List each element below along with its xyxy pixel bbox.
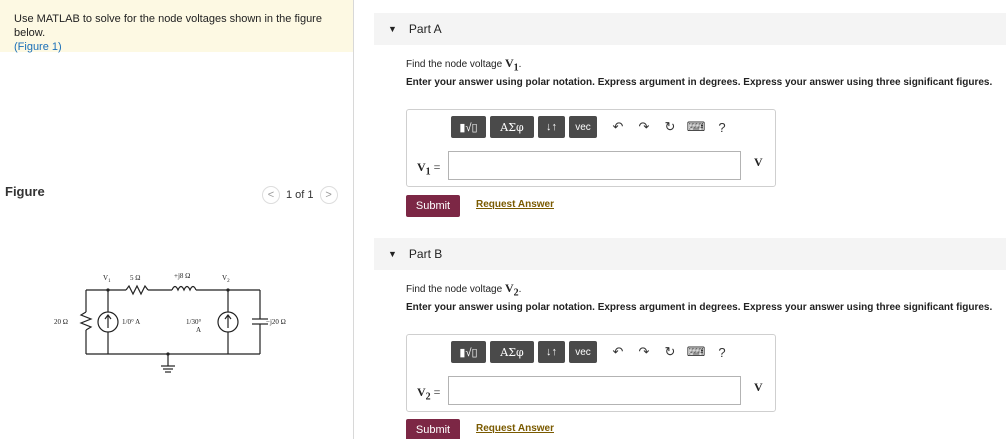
help-icon[interactable]: ? bbox=[711, 116, 733, 138]
node-v2-label: V2 bbox=[222, 274, 230, 284]
figure-link[interactable]: (Figure 1) bbox=[14, 41, 62, 53]
part-a-var: V1 bbox=[504, 56, 519, 74]
part-b-request-answer-link[interactable]: Request Answer bbox=[476, 423, 554, 434]
collapse-chevron-icon: ▼ bbox=[388, 249, 397, 259]
greek-symbols-button[interactable]: ΑΣφ bbox=[490, 341, 534, 363]
part-a-title: Part A bbox=[408, 22, 442, 36]
part-a-question: Find the node voltage V1. bbox=[406, 56, 522, 74]
part-a-request-answer-link[interactable]: Request Answer bbox=[476, 199, 554, 210]
capacitor-label: −j20 Ω bbox=[266, 318, 286, 326]
redo-icon[interactable]: ↷ bbox=[633, 341, 655, 363]
part-a-unit: V bbox=[754, 155, 763, 169]
resistor-20-label: 20 Ω bbox=[54, 318, 68, 326]
templates-button[interactable]: ▮√▯ bbox=[451, 341, 486, 363]
resistor-5-label: 5 Ω bbox=[130, 274, 140, 282]
circuit-diagram: V1 V2 5 Ω +j8 Ω 20 Ω 1/0° A 1/30° A −j20… bbox=[54, 272, 286, 373]
figure-page-count: 1 of 1 bbox=[286, 189, 314, 201]
part-b-var: V2 bbox=[504, 281, 519, 299]
intro-text: Use MATLAB to solve for the node voltage… bbox=[14, 13, 322, 39]
part-b-unit: V bbox=[754, 380, 763, 394]
keyboard-icon[interactable]: ⌨ bbox=[685, 116, 707, 138]
part-a-submit-button[interactable]: Submit bbox=[406, 195, 460, 217]
part-b-answer-input[interactable] bbox=[448, 376, 741, 405]
resistor-20-symbol bbox=[79, 311, 93, 331]
part-a-answer-input[interactable] bbox=[448, 151, 741, 180]
problem-intro: Use MATLAB to solve for the node voltage… bbox=[0, 0, 353, 53]
source-2-label: 1/30° bbox=[186, 318, 201, 326]
part-a-input-label: V1 = bbox=[417, 160, 441, 178]
resistor-5-symbol bbox=[125, 284, 149, 296]
source-2-unit: A bbox=[196, 326, 201, 334]
part-b-input-label: V2 = bbox=[417, 385, 441, 403]
greek-symbols-button[interactable]: ΑΣφ bbox=[490, 116, 534, 138]
keyboard-icon[interactable]: ⌨ bbox=[685, 341, 707, 363]
part-b-title: Part B bbox=[408, 247, 443, 261]
redo-icon[interactable]: ↷ bbox=[633, 116, 655, 138]
part-b-submit-button[interactable]: Submit bbox=[406, 419, 460, 439]
vector-button[interactable]: vec bbox=[569, 341, 597, 363]
part-a-header[interactable]: ▼ Part A bbox=[374, 13, 1006, 45]
node-v1-label: V1 bbox=[103, 274, 111, 284]
part-a-instructions: Enter your answer using polar notation. … bbox=[406, 77, 993, 88]
part-b-header[interactable]: ▼ Part B bbox=[374, 238, 1006, 270]
reset-icon[interactable]: ↻ bbox=[659, 341, 681, 363]
help-icon[interactable]: ? bbox=[711, 341, 733, 363]
collapse-chevron-icon: ▼ bbox=[388, 24, 397, 34]
undo-icon[interactable]: ↶ bbox=[607, 341, 629, 363]
inductor-label: +j8 Ω bbox=[174, 272, 190, 280]
templates-button[interactable]: ▮√▯ bbox=[451, 116, 486, 138]
subscript-button[interactable]: ↓↑ bbox=[538, 116, 565, 138]
part-b-question: Find the node voltage V2. bbox=[406, 281, 522, 299]
part-b-instructions: Enter your answer using polar notation. … bbox=[406, 302, 993, 313]
figure-pane: Use MATLAB to solve for the node voltage… bbox=[0, 0, 354, 439]
vector-button[interactable]: vec bbox=[569, 116, 597, 138]
source-1-label: 1/0° A bbox=[122, 318, 140, 326]
undo-icon[interactable]: ↶ bbox=[607, 116, 629, 138]
figure-pager: < 1 of 1 > bbox=[262, 186, 338, 204]
subscript-button[interactable]: ↓↑ bbox=[538, 341, 565, 363]
inductor-symbol bbox=[171, 285, 197, 292]
part-b-answer-box: ▮√▯ ΑΣφ ↓↑ vec ↶ ↷ ↻ ⌨ ? V2 = bbox=[406, 334, 776, 412]
reset-icon[interactable]: ↻ bbox=[659, 116, 681, 138]
next-figure-button[interactable]: > bbox=[319, 186, 338, 204]
prev-figure-button[interactable]: < bbox=[262, 186, 280, 204]
math-toolbar: ▮√▯ ΑΣφ ↓↑ vec ↶ ↷ ↻ ⌨ ? bbox=[451, 116, 733, 138]
figure-title: Figure bbox=[5, 184, 45, 199]
part-a-answer-box: ▮√▯ ΑΣφ ↓↑ vec ↶ ↷ ↻ ⌨ ? V1 = bbox=[406, 109, 776, 187]
math-toolbar: ▮√▯ ΑΣφ ↓↑ vec ↶ ↷ ↻ ⌨ ? bbox=[451, 341, 733, 363]
